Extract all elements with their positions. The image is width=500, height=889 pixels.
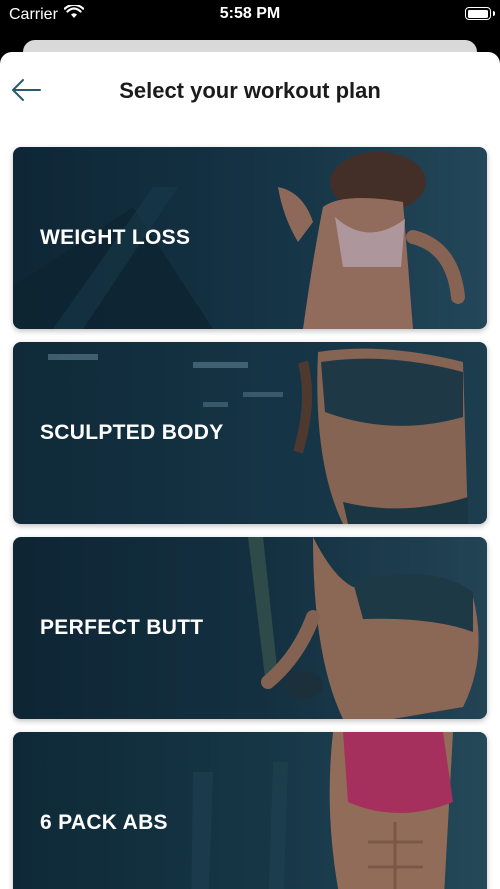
plan-card-perfect-butt[interactable]: PERFECT BUTT [13, 537, 487, 719]
plan-card-6-pack-abs[interactable]: 6 PACK ABS [13, 732, 487, 889]
plan-label: PERFECT BUTT [40, 616, 204, 639]
workout-plan-sheet: Select your workout plan WEIGHT LOSS SCU… [0, 52, 500, 889]
page-title: Select your workout plan [119, 78, 381, 103]
plan-label: SCULPTED BODY [40, 421, 224, 444]
battery-icon [465, 7, 495, 20]
plan-label: WEIGHT LOSS [40, 226, 191, 249]
status-bar: Carrier 5:58 PM [0, 0, 500, 30]
plan-card-weight-loss[interactable]: WEIGHT LOSS [13, 147, 487, 329]
header: Select your workout plan [0, 52, 500, 132]
plan-label: 6 PACK ABS [40, 811, 168, 834]
clock: 5:58 PM [219, 5, 281, 22]
plan-card-sculpted-body[interactable]: SCULPTED BODY [13, 342, 487, 524]
plan-list: WEIGHT LOSS SCULPTED BODY PERFECT BUTT 6… [13, 147, 487, 889]
